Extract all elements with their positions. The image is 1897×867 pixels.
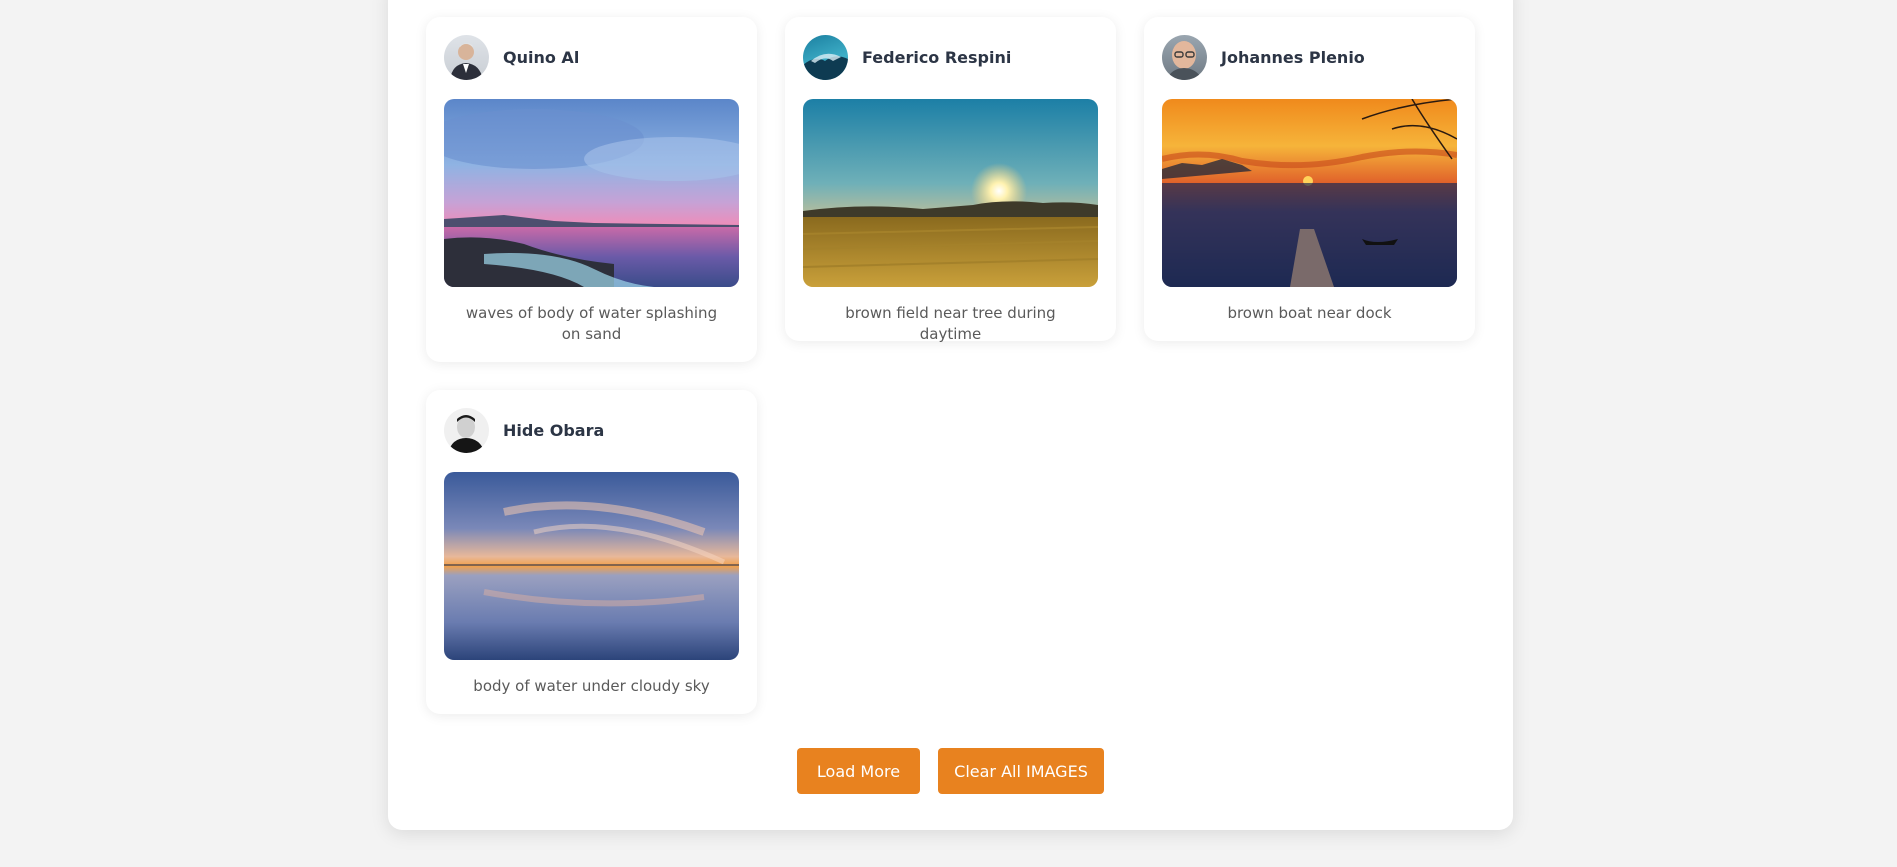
image-card: Quino Al waves of body of water splashin… (426, 17, 757, 362)
person-portrait-icon (448, 415, 485, 453)
load-more-button[interactable]: Load More (797, 748, 920, 794)
image-caption: brown boat near dock (1227, 304, 1392, 322)
lake-sunset-photo[interactable] (444, 472, 739, 660)
image-card: Johannes Plenio brown boat near dock (1144, 17, 1475, 341)
card-header: Hide Obara (444, 408, 604, 453)
avatar[interactable] (1162, 35, 1207, 80)
image-caption: body of water under cloudy sky (473, 677, 710, 695)
author-name[interactable]: Johannes Plenio (1221, 48, 1365, 67)
landscape-avatar-icon (803, 53, 848, 80)
avatar[interactable] (444, 35, 489, 80)
card-header: Johannes Plenio (1162, 35, 1365, 80)
author-name[interactable]: Federico Respini (862, 48, 1011, 67)
field-sunset-photo[interactable] (803, 99, 1098, 287)
avatar[interactable] (444, 408, 489, 453)
dock-sunset-photo[interactable] (1162, 99, 1457, 287)
card-header: Federico Respini (803, 35, 1011, 80)
image-card: Federico Respini brown field near tree d… (785, 17, 1116, 343)
person-portrait-icon (450, 43, 483, 80)
clear-all-images-button[interactable]: Clear All IMAGES (938, 748, 1104, 794)
image-card: Hide Obara body of water under cloudy sk… (426, 390, 757, 714)
author-name[interactable]: Hide Obara (503, 421, 604, 440)
author-name[interactable]: Quino Al (503, 48, 579, 67)
person-portrait-icon (1166, 41, 1203, 80)
beach-sunset-photo[interactable] (444, 99, 739, 287)
image-caption: brown field near tree during daytime (845, 304, 1056, 343)
avatar[interactable] (803, 35, 848, 80)
image-caption: waves of body of water splashing on sand (465, 304, 718, 343)
card-header: Quino Al (444, 35, 579, 80)
